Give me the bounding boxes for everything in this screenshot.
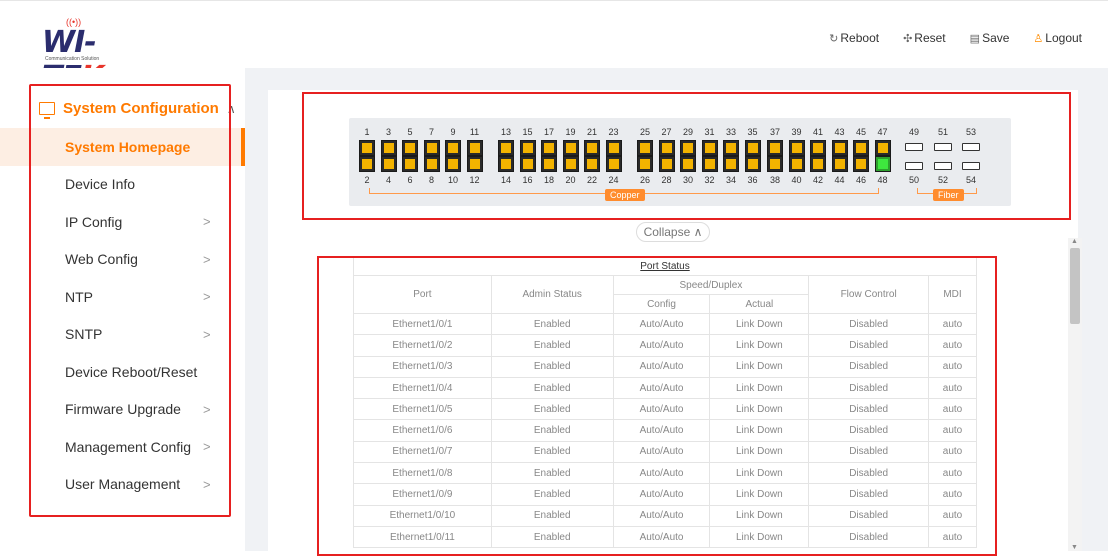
logout-label: Logout — [1045, 31, 1082, 45]
scroll-thumb[interactable] — [1070, 248, 1080, 324]
reboot-icon: ↻ — [829, 32, 839, 45]
scroll-down-arrow-icon[interactable]: ▼ — [1071, 544, 1078, 551]
top-header: ((•)) WI-TEK Communication Solution ↻Reb… — [0, 0, 1108, 95]
scroll-up-arrow-icon[interactable]: ▲ — [1071, 238, 1078, 245]
save-icon: ▤ — [969, 32, 981, 45]
wi-tek-logo[interactable]: ((•)) WI-TEK Communication Solution — [42, 17, 132, 95]
reboot-label: Reboot — [840, 31, 880, 45]
save-label: Save — [982, 31, 1010, 45]
reset-button[interactable]: ✣ Reset — [903, 31, 946, 45]
user-icon: ♙ — [1033, 32, 1044, 45]
scrollbar[interactable]: ▲ ▼ — [1068, 238, 1082, 551]
reboot-button[interactable]: ↻ Reboot — [829, 31, 879, 45]
sidebar-highlight-box — [29, 84, 231, 517]
reset-icon: ✣ — [903, 32, 913, 45]
logout-button[interactable]: ♙ Logout — [1033, 31, 1082, 45]
save-button[interactable]: ▤ Save — [970, 31, 1010, 45]
chevron-up-icon: ∧ — [693, 225, 703, 239]
reset-label: Reset — [914, 31, 946, 45]
top-nav: ↻ Reboot ✣ Reset ▤ Save ♙ Logout — [829, 31, 1082, 45]
logo-subtitle: Communication Solution — [45, 56, 100, 62]
table-highlight-box — [317, 256, 997, 556]
switch-highlight-box — [302, 92, 1071, 220]
collapse-button[interactable]: Collapse ∧ — [636, 222, 710, 242]
collapse-label: Collapse — [643, 225, 691, 239]
